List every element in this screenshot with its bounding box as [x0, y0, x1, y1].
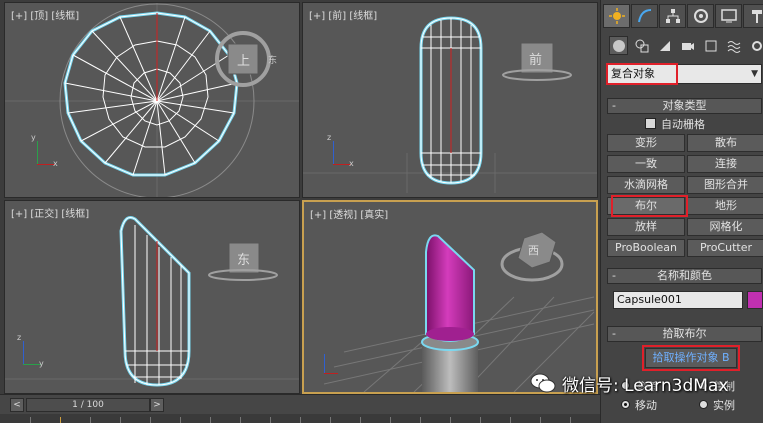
systems-icon[interactable] — [747, 36, 763, 55]
highlight-category — [606, 63, 678, 85]
command-panel: 复合对象 ▼ - 对象类型 自动栅格 变形 散布 一致 连接 水滴网格 图形合并… — [600, 0, 763, 423]
rollout-pick-boolean[interactable]: - 拾取布尔 — [607, 326, 762, 342]
rollout-object-type[interactable]: - 对象类型 — [607, 98, 762, 114]
viewport-front[interactable]: [+] [前] [线框] 前 z x — [302, 2, 598, 198]
watermark: 微信号: Learn3dMax — [530, 371, 729, 396]
axis-x-label: x — [53, 159, 58, 168]
track-bar[interactable] — [0, 414, 600, 423]
rollout-pick-boolean-title: 拾取布尔 — [662, 327, 707, 340]
axis-tripod-top: y x — [29, 133, 59, 169]
modify-curve-icon — [637, 9, 651, 23]
ortho-view-drawing — [5, 216, 299, 387]
connect-button[interactable]: 连接 — [687, 155, 763, 173]
conform-button[interactable]: 一致 — [607, 155, 685, 173]
hammer-icon — [751, 10, 762, 23]
move-radio[interactable] — [621, 400, 630, 409]
perspective-view-drawing — [323, 231, 595, 392]
hierarchy-tab[interactable] — [659, 4, 686, 28]
axis-tripod-ortho: z y — [15, 333, 45, 369]
instance-label: 实例 — [713, 399, 735, 412]
viewport-ortho[interactable]: [+] [正交] [线框] 东 z y — [4, 200, 300, 394]
hierarchy-icon — [665, 9, 680, 23]
shapes-icon[interactable] — [632, 36, 651, 55]
collapse-icon: - — [612, 327, 616, 340]
morph-button[interactable]: 变形 — [607, 134, 685, 152]
move-label: 移动 — [635, 399, 657, 412]
geometry-sphere-icon[interactable] — [609, 36, 628, 55]
3dsmax-window: { "viewports": { "top": { "label": "[+] … — [0, 0, 763, 423]
axis-z-label: z — [17, 333, 22, 342]
viewport-front-label[interactable]: [+] [前] [线框] — [309, 7, 377, 22]
scatter-button[interactable]: 散布 — [687, 134, 763, 152]
viewcube-persp-face[interactable]: 西 — [528, 242, 539, 258]
object-color-swatch[interactable] — [747, 291, 763, 309]
object-name-field[interactable]: Capsule001 — [613, 291, 743, 309]
instance-radio[interactable] — [699, 400, 708, 409]
rollout-name-color-title: 名称和颜色 — [657, 269, 712, 282]
auto-grid-label: 自动栅格 — [661, 118, 705, 131]
proboolean-button[interactable]: ProBoolean — [607, 239, 685, 257]
viewport-ortho-label[interactable]: [+] [正交] [线框] — [11, 205, 89, 220]
viewcube-top-face[interactable]: 上 — [237, 50, 250, 69]
time-slider[interactable]: 1 / 100 — [26, 398, 150, 412]
motion-icon — [693, 9, 708, 23]
loft-button[interactable]: 放样 — [607, 218, 685, 236]
spacewarps-icon[interactable] — [724, 36, 743, 55]
axis-y-label: y — [31, 133, 36, 142]
viewport-perspective[interactable]: [+] [透视] [真实] 西 — [302, 200, 598, 394]
monitor-icon — [720, 9, 737, 23]
display-tab[interactable] — [715, 4, 742, 28]
lights-icon[interactable] — [655, 36, 674, 55]
mesher-button[interactable]: 网格化 — [687, 218, 763, 236]
axis-z-label: z — [327, 133, 332, 142]
shapemerge-button[interactable]: 图形合并 — [687, 176, 763, 194]
collapse-icon: - — [612, 269, 616, 282]
motion-tab[interactable] — [687, 4, 714, 28]
viewport-perspective-label[interactable]: [+] [透视] [真实] — [310, 206, 388, 221]
highlight-boolean — [611, 195, 688, 217]
frame-counter: 1 / 100 — [72, 400, 104, 410]
viewport-top-label[interactable]: [+] [顶] [线框] — [11, 7, 79, 22]
create-tab[interactable] — [603, 4, 630, 28]
blobmesh-button[interactable]: 水滴网格 — [607, 176, 685, 194]
axis-tripod-persp — [316, 352, 346, 382]
viewcube-front-face[interactable]: 前 — [529, 49, 542, 68]
rollout-object-type-title: 对象类型 — [662, 99, 707, 112]
helpers-icon[interactable] — [701, 36, 720, 55]
time-slider-bar: < 1 / 100 > — [0, 394, 600, 423]
chevron-down-icon: ▼ — [751, 69, 758, 79]
rollout-name-color[interactable]: - 名称和颜色 — [607, 268, 762, 284]
cameras-icon[interactable] — [678, 36, 697, 55]
collapse-icon: - — [612, 99, 616, 112]
auto-grid-checkbox[interactable] — [645, 118, 656, 129]
create-subcategories — [609, 36, 763, 55]
axis-y-label: y — [39, 359, 44, 368]
procutter-button[interactable]: ProCutter — [687, 239, 763, 257]
next-frame-button[interactable]: > — [150, 398, 164, 412]
terrain-button[interactable]: 地形 — [687, 197, 763, 215]
command-panel-tabs — [603, 4, 763, 30]
utilities-tab[interactable] — [743, 4, 763, 28]
axis-x-label: x — [349, 159, 354, 168]
viewcube-ortho-face[interactable]: 东 — [237, 249, 250, 268]
prev-frame-button[interactable]: < — [10, 398, 24, 412]
wechat-icon — [530, 373, 556, 393]
viewport-top[interactable]: [+] [顶] [线框] 上 东 y x — [4, 2, 300, 198]
viewcube-top-compass[interactable]: 东 — [268, 53, 277, 66]
sun-icon — [608, 8, 625, 24]
axis-tripod-front: z x — [325, 133, 355, 169]
watermark-text: 微信号: Learn3dMax — [562, 375, 729, 396]
modify-tab[interactable] — [631, 4, 658, 28]
highlight-pick-operand — [642, 345, 740, 371]
